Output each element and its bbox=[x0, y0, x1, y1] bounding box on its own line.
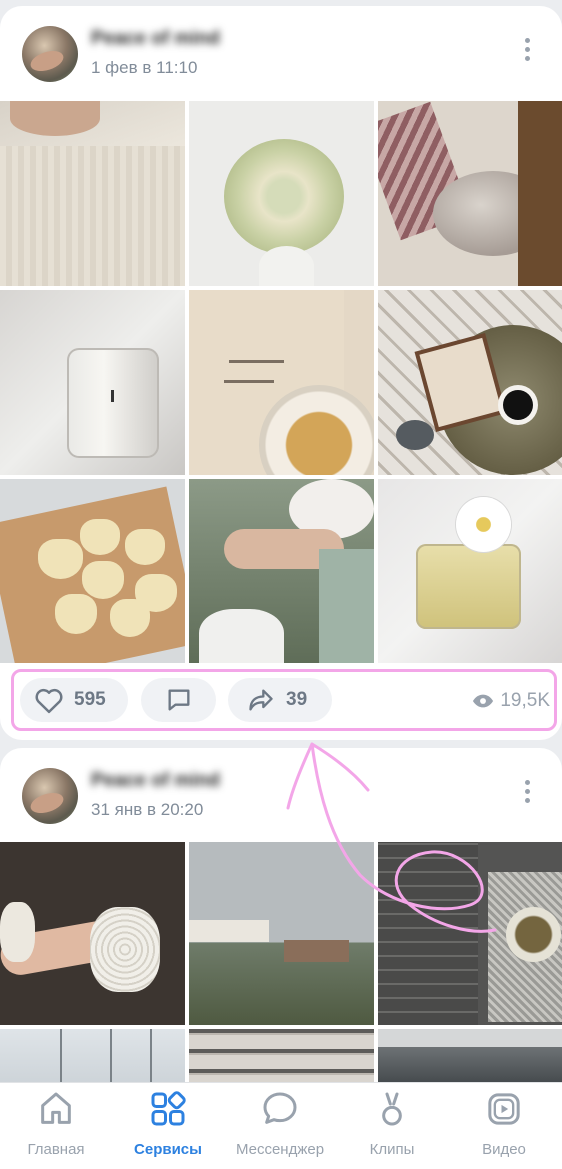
tab-label: Мессенджер bbox=[235, 1141, 325, 1158]
tab-label: Главная bbox=[27, 1141, 85, 1158]
tab-label: Сервисы bbox=[134, 1141, 202, 1158]
services-icon bbox=[151, 1091, 186, 1126]
post-card: Peace of mind 1 фев в 11:10 595 39 19,5K bbox=[0, 6, 562, 740]
tab-label: Видео bbox=[482, 1141, 526, 1158]
avatar[interactable] bbox=[22, 26, 78, 82]
post-header: Peace of mind 1 фев в 11:10 bbox=[0, 6, 562, 101]
post-date: 31 янв в 20:20 bbox=[91, 800, 204, 819]
avatar[interactable] bbox=[22, 768, 78, 824]
photo-watch-wrist[interactable] bbox=[0, 842, 185, 1025]
photo-mountains[interactable] bbox=[378, 1029, 562, 1089]
photo-roses[interactable] bbox=[189, 101, 374, 286]
tab-messenger[interactable]: Мессенджер bbox=[224, 1083, 336, 1169]
photo-candle[interactable] bbox=[0, 290, 185, 475]
photo-cat[interactable] bbox=[378, 101, 562, 286]
tab-clips[interactable]: Клипы bbox=[336, 1083, 448, 1169]
post-header: Peace of mind 31 янв в 20:20 bbox=[0, 748, 562, 843]
clips-icon bbox=[382, 1092, 402, 1126]
photo-perfume[interactable] bbox=[378, 479, 562, 663]
home-icon bbox=[41, 1092, 71, 1124]
tab-home[interactable]: Главная bbox=[0, 1083, 112, 1169]
author-name[interactable]: Peace of mind bbox=[91, 770, 220, 792]
more-options-icon[interactable] bbox=[522, 780, 532, 810]
video-icon bbox=[488, 1093, 520, 1125]
bottom-tab-bar: Главная Сервисы Мессенджер Клипы Видео bbox=[0, 1082, 562, 1169]
tab-label: Клипы bbox=[369, 1141, 415, 1158]
photo-tote-bag[interactable] bbox=[189, 290, 374, 475]
tab-services[interactable]: Сервисы bbox=[112, 1083, 224, 1169]
highlight-frame bbox=[11, 669, 557, 731]
post-date: 1 фев в 11:10 bbox=[91, 58, 198, 77]
photo-masts[interactable] bbox=[0, 1029, 185, 1089]
photo-seaside-cliffs[interactable] bbox=[189, 842, 374, 1025]
photo-linen[interactable] bbox=[0, 101, 185, 286]
photo-sweaters[interactable] bbox=[189, 1029, 374, 1089]
author-name[interactable]: Peace of mind bbox=[91, 28, 220, 50]
more-options-icon[interactable] bbox=[522, 38, 532, 68]
photo-flowers-hand[interactable] bbox=[189, 479, 374, 663]
photo-stove-tea[interactable] bbox=[378, 842, 562, 1025]
photo-cookies[interactable] bbox=[0, 479, 185, 663]
tab-video[interactable]: Видео bbox=[448, 1083, 560, 1169]
photo-book-tray[interactable] bbox=[378, 290, 562, 475]
messenger-icon bbox=[263, 1092, 297, 1124]
